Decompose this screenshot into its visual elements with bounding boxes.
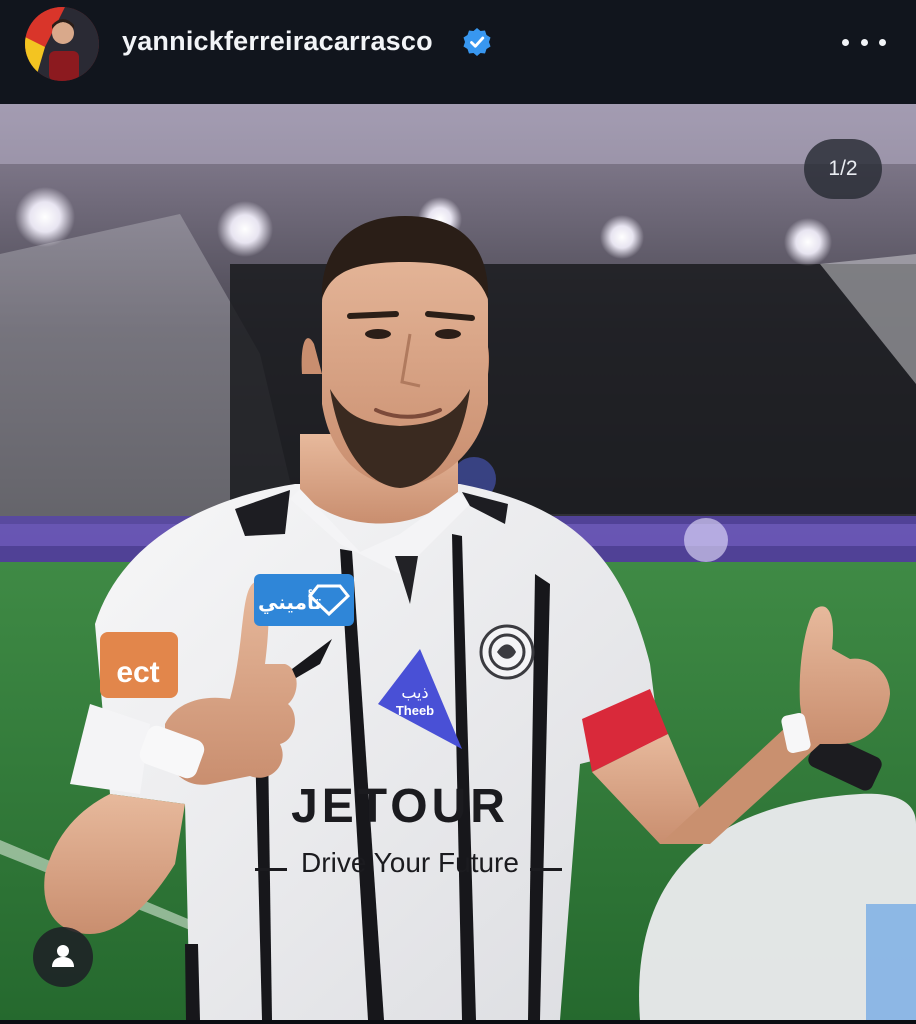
more-dot	[842, 38, 849, 46]
verified-badge-icon	[462, 27, 492, 57]
badge-english-text: Theeb	[396, 703, 434, 718]
more-dot	[879, 38, 886, 46]
jersey-slogan: Drive Your Future	[301, 847, 519, 878]
more-dot	[860, 38, 868, 46]
post-image[interactable]: ect تأميني ذيب Theeb JETOUR Drive Your F…	[0, 104, 916, 1020]
profile-avatar[interactable]	[25, 7, 99, 81]
more-options-button[interactable]	[842, 30, 886, 54]
username[interactable]: yannickferreiracarrasco	[122, 26, 433, 57]
badge-arabic-text: ذيب	[401, 683, 428, 702]
jersey-sponsor: JETOUR	[291, 780, 509, 833]
post-header: yannickferreiracarrasco	[0, 0, 916, 104]
person-tag-icon	[52, 945, 74, 967]
carousel-counter: 1/2	[804, 139, 882, 199]
divider	[0, 1020, 916, 1024]
sleeve-sponsor-text: ect	[116, 656, 159, 689]
person-tag-button[interactable]	[33, 927, 93, 987]
